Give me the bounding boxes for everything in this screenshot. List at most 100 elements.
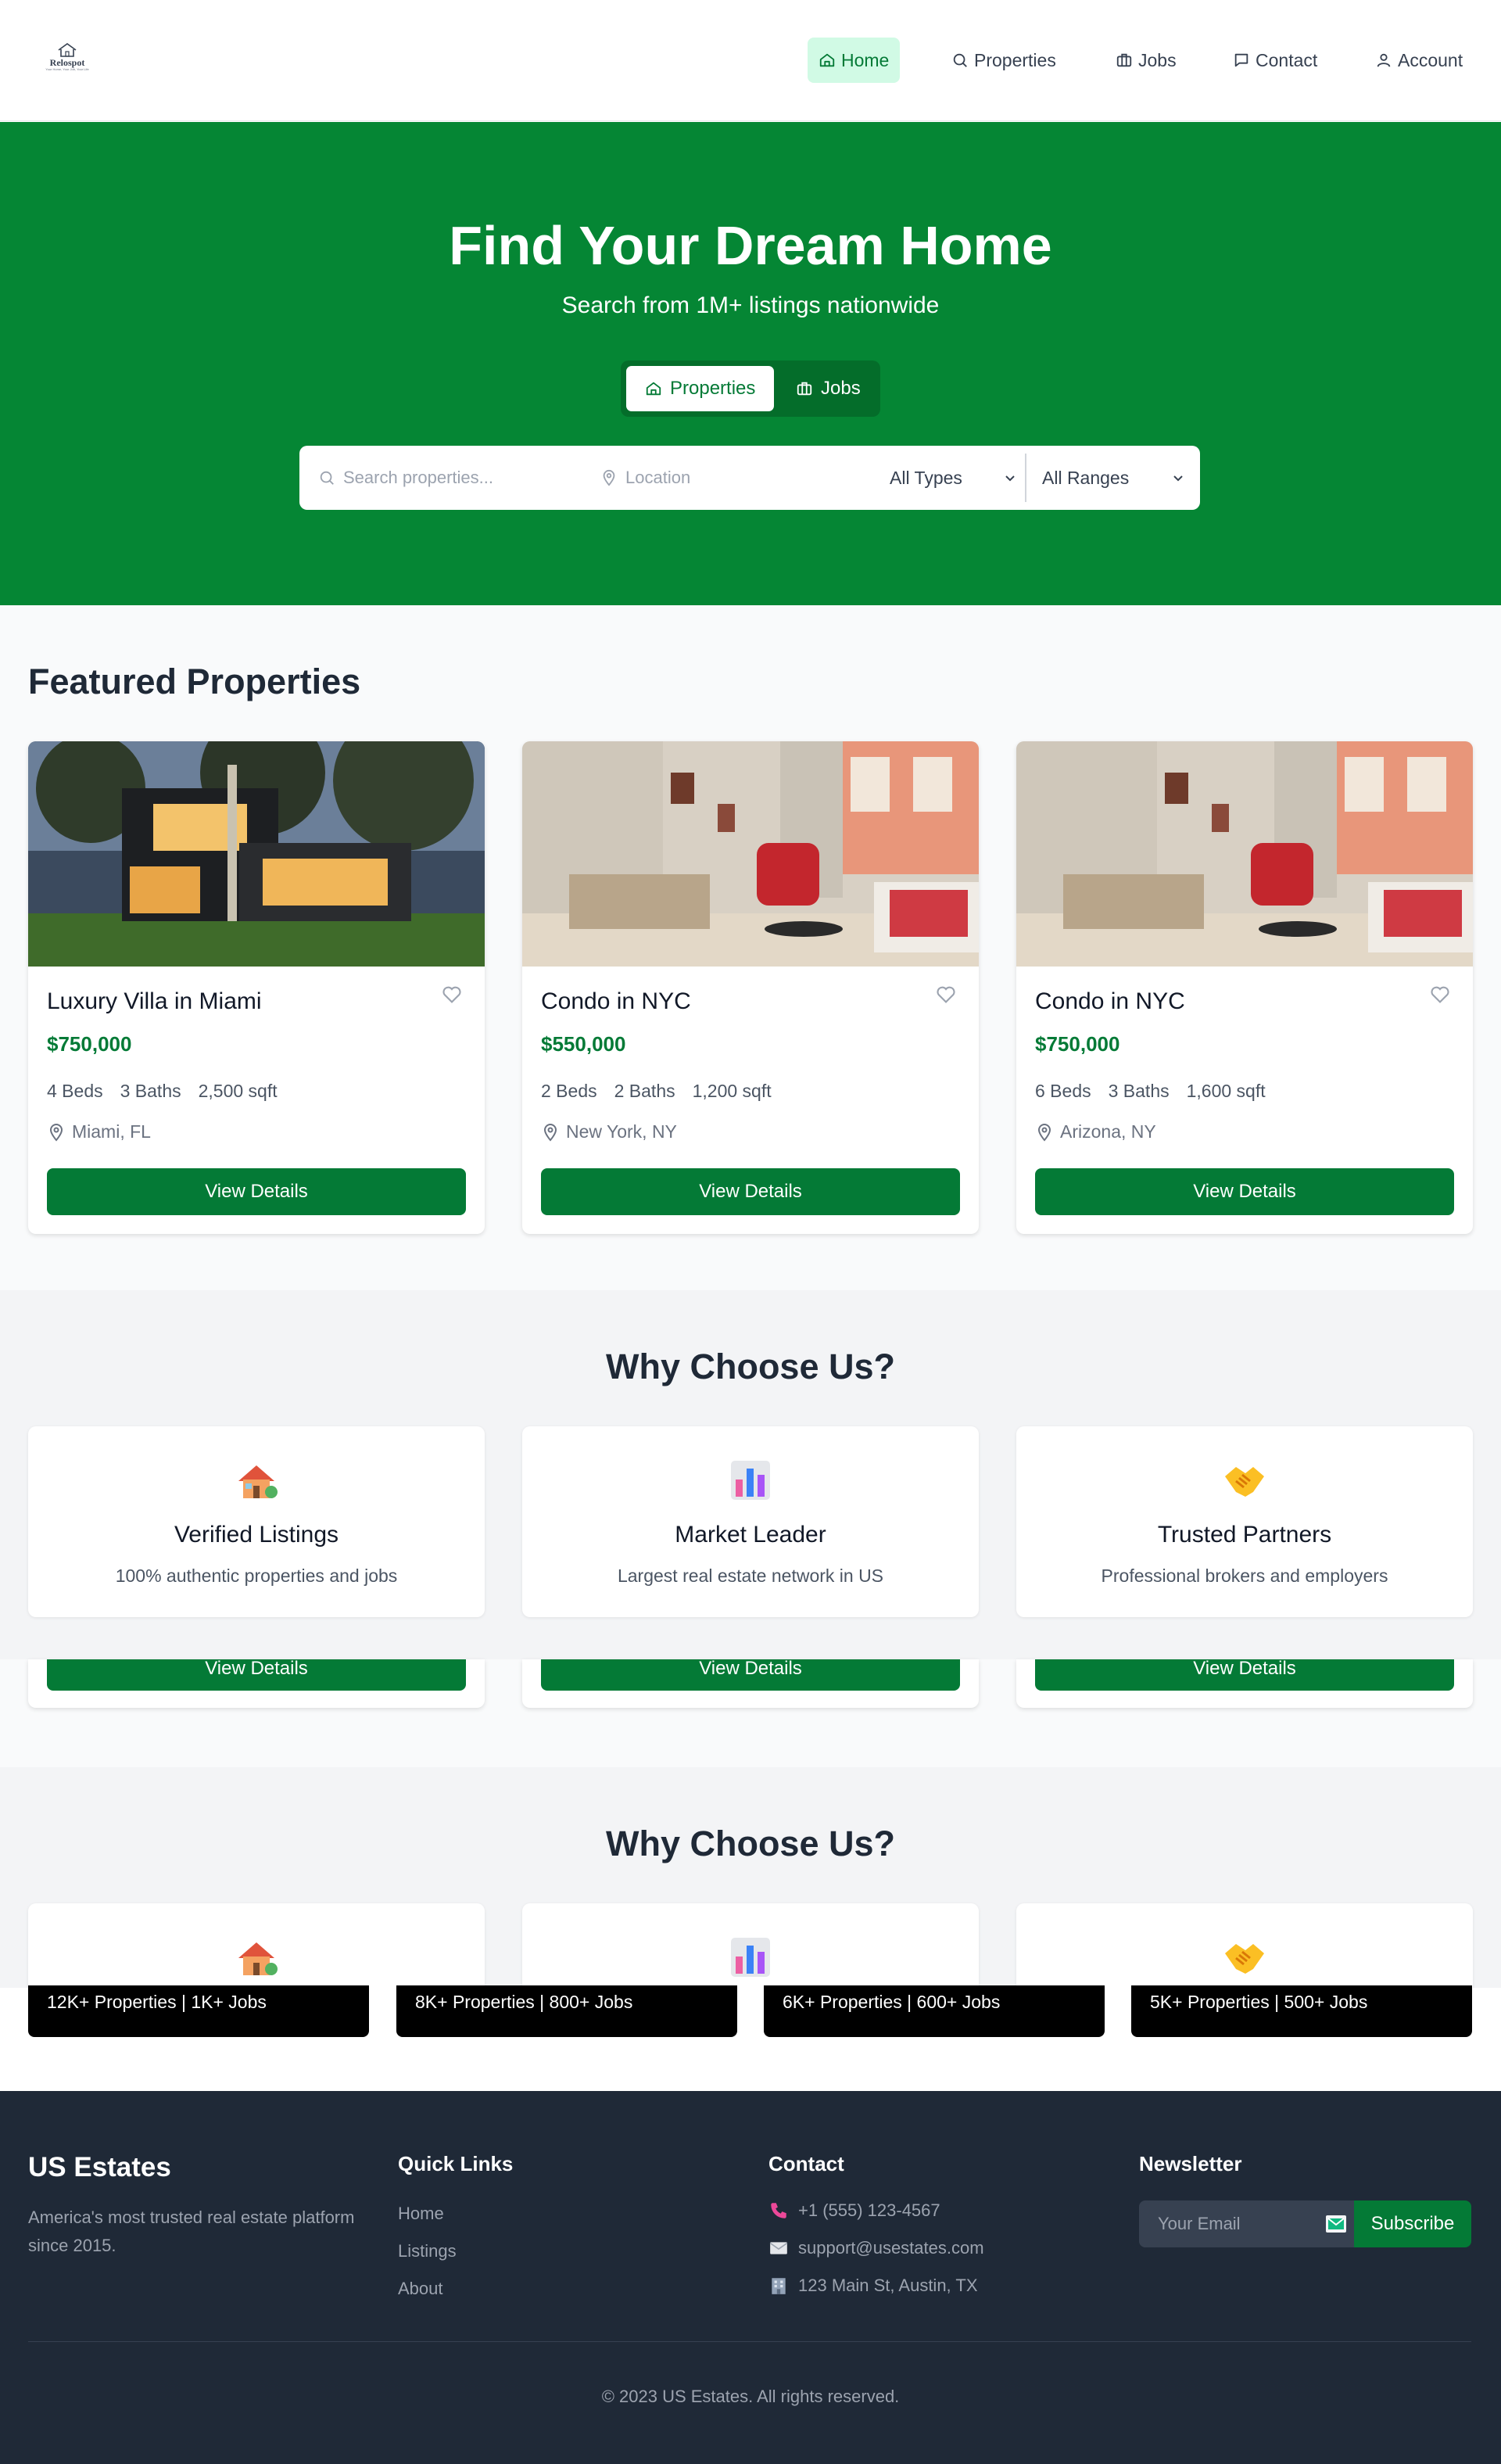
feature-card	[28, 1903, 485, 1988]
logo-house-icon	[58, 43, 77, 57]
feature-desc: 100% authentic properties and jobs	[115, 1566, 398, 1586]
location-pin-icon	[543, 1123, 557, 1142]
home-icon	[646, 382, 661, 396]
property-beds: 6 Beds	[1035, 1081, 1091, 1101]
nav-contact-label: Contact	[1256, 49, 1318, 70]
top-navbar: Relospot Your Home, Your Job, Your Life …	[0, 0, 1501, 121]
why-section-repeat: Why Choose Us?	[0, 1767, 1501, 1988]
footer: US Estates America's most trusted real e…	[0, 2091, 1501, 2464]
view-details-button[interactable]: View Details	[541, 1659, 960, 1691]
range-select[interactable]: All Ranges	[1042, 446, 1184, 510]
heart-icon[interactable]	[1429, 984, 1451, 1006]
chevron-down-icon	[1005, 475, 1015, 482]
nav-home[interactable]: Home	[808, 38, 901, 83]
hero-title: Find Your Dream Home	[449, 215, 1052, 276]
property-card-fragment: View Details	[522, 1659, 979, 1708]
location-pin-icon	[49, 1123, 63, 1142]
stat-bar: 5K+ Properties | 500+ Jobs	[1131, 1985, 1472, 2037]
property-price: $750,000	[1035, 1032, 1120, 1056]
feature-desc: Largest real estate network in US	[617, 1566, 884, 1586]
briefcase-icon	[797, 382, 812, 396]
feature-desc: Professional brokers and employers	[1101, 1566, 1388, 1586]
feature-title: Market Leader	[675, 1522, 826, 1548]
envelope-icon	[769, 2242, 788, 2254]
nav-properties-label: Properties	[974, 49, 1056, 70]
property-card[interactable]: Condo in NYC $550,000 2 Beds 2 Baths 1,2…	[522, 741, 979, 1234]
newsletter-email-input[interactable]: Your Email	[1139, 2200, 1354, 2247]
handshake-icon	[1225, 1467, 1264, 1497]
view-details-button[interactable]: View Details	[47, 1659, 466, 1691]
hero-subtitle: Search from 1M+ listings nationwide	[561, 292, 940, 318]
contact-email[interactable]: support@usestates.com	[768, 2238, 984, 2258]
search-mode-toggle: Properties Jobs	[621, 360, 880, 417]
contact-email-text: support@usestates.com	[798, 2238, 984, 2258]
contact-address: 123 Main St, Austin, TX	[768, 2276, 978, 2296]
property-location: New York, NY	[541, 1121, 677, 1142]
briefcase-icon	[1116, 53, 1132, 67]
toggle-properties-label: Properties	[670, 378, 756, 399]
property-baths: 3 Baths	[1108, 1081, 1170, 1101]
view-details-button[interactable]: View Details	[541, 1168, 960, 1215]
featured-title: Featured Properties	[28, 662, 361, 701]
toggle-properties[interactable]: Properties	[626, 366, 775, 411]
feature-card: Verified Listings 100% authentic propert…	[28, 1426, 485, 1617]
heart-icon[interactable]	[441, 984, 463, 1006]
property-beds: 4 Beds	[47, 1081, 103, 1101]
house-icon	[238, 1465, 278, 1498]
stat-bar: 6K+ Properties | 600+ Jobs	[764, 1985, 1105, 2037]
living-room-photo	[522, 741, 979, 967]
search-input[interactable]: Search properties...	[318, 446, 584, 510]
contact-address-text: 123 Main St, Austin, TX	[798, 2276, 978, 2295]
heart-icon[interactable]	[935, 984, 957, 1006]
quick-links-heading: Quick Links	[398, 2152, 514, 2175]
mail-icon	[1326, 2215, 1346, 2233]
nav-jobs-label: Jobs	[1138, 49, 1177, 70]
type-select[interactable]: All Types	[890, 446, 1016, 510]
nav-contact[interactable]: Contact	[1222, 38, 1328, 83]
view-details-button[interactable]: View Details	[1035, 1659, 1454, 1691]
subscribe-button[interactable]: Subscribe	[1354, 2200, 1471, 2247]
nav-home-label: Home	[841, 49, 890, 70]
chat-icon	[1234, 53, 1248, 67]
site-logo[interactable]: Relospot Your Home, Your Job, Your Life	[34, 42, 100, 80]
repeated-cards-strip: View Details View Details View Details	[0, 1659, 1501, 1767]
nav-jobs[interactable]: Jobs	[1105, 38, 1188, 83]
contact-phone[interactable]: +1 (555) 123-4567	[768, 2200, 940, 2221]
nav-properties[interactable]: Properties	[940, 38, 1067, 83]
footer-brand: US Estates	[28, 2152, 171, 2182]
footer-link-home[interactable]: Home	[398, 2204, 444, 2224]
footer-link-listings[interactable]: Listings	[398, 2241, 457, 2261]
property-specs: 6 Beds 3 Baths 1,600 sqft	[1035, 1081, 1266, 1102]
hero-section: Find Your Dream Home Search from 1M+ lis…	[0, 122, 1501, 605]
property-location: Arizona, NY	[1035, 1121, 1156, 1142]
property-card[interactable]: Luxury Villa in Miami $750,000 4 Beds 3 …	[28, 741, 485, 1234]
footer-divider	[28, 2341, 1471, 2342]
location-pin-icon	[603, 469, 615, 486]
search-icon	[953, 53, 967, 67]
logo-tagline: Your Home, Your Job, Your Life	[45, 67, 89, 71]
property-price: $750,000	[47, 1032, 132, 1056]
location-input[interactable]: Location	[600, 446, 866, 510]
feature-card	[522, 1903, 979, 1988]
newsletter-heading: Newsletter	[1139, 2152, 1242, 2175]
property-card[interactable]: Condo in NYC $750,000 6 Beds 3 Baths 1,6…	[1016, 741, 1473, 1234]
toggle-jobs[interactable]: Jobs	[777, 366, 879, 411]
stat-bar: 12K+ Properties | 1K+ Jobs	[28, 1985, 369, 2037]
why-section: Why Choose Us? Verified Listings 100% au…	[0, 1290, 1501, 1659]
view-details-button[interactable]: View Details	[1035, 1168, 1454, 1215]
why-title: Why Choose Us?	[605, 1347, 896, 1386]
toggle-jobs-label: Jobs	[821, 378, 861, 399]
featured-section: Featured Properties Luxury Villa in Miam…	[0, 605, 1501, 1290]
footer-link-about[interactable]: About	[398, 2279, 443, 2299]
nav-account[interactable]: Account	[1364, 38, 1474, 83]
feature-title: Trusted Partners	[1157, 1522, 1332, 1548]
location-pin-icon	[1037, 1123, 1051, 1142]
property-title: Condo in NYC	[541, 988, 691, 1014]
property-card-fragment: View Details	[28, 1659, 485, 1708]
view-details-button[interactable]: View Details	[47, 1168, 466, 1215]
property-baths: 3 Baths	[120, 1081, 181, 1101]
phone-icon	[771, 2203, 786, 2218]
feature-card: Market Leader Largest real estate networ…	[522, 1426, 979, 1617]
handshake-icon	[1225, 1944, 1264, 1974]
property-location: Miami, FL	[47, 1121, 151, 1142]
